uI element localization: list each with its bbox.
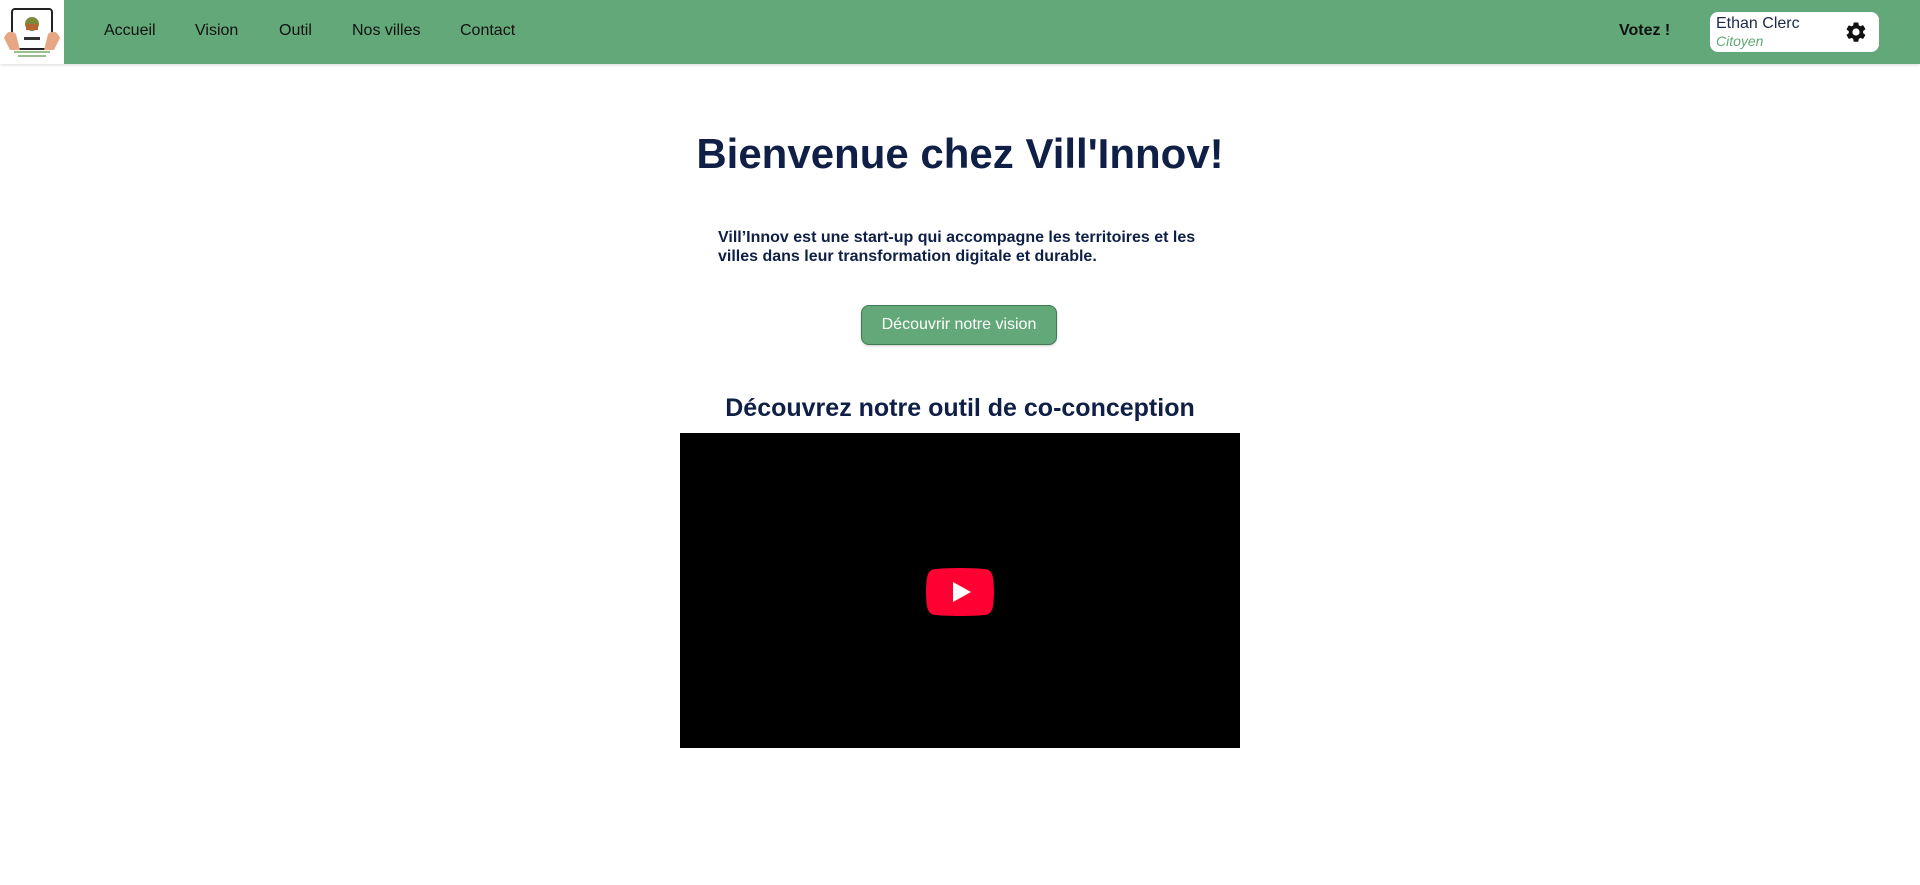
nav-link-vision[interactable]: Vision bbox=[195, 22, 238, 40]
discover-vision-button[interactable]: Découvrir notre vision bbox=[861, 305, 1057, 345]
nav-link-accueil[interactable]: Accueil bbox=[104, 22, 156, 40]
gear-icon bbox=[1846, 22, 1866, 42]
hero-description: Vill’Innov est une start-up qui accompag… bbox=[718, 229, 1196, 265]
nav-link-contact[interactable]: Contact bbox=[460, 22, 515, 40]
user-role: Citoyen bbox=[1716, 33, 1764, 49]
play-button[interactable] bbox=[926, 568, 994, 616]
page-title: Bienvenue chez Vill'Innov! bbox=[696, 130, 1224, 177]
nav-link-outil[interactable]: Outil bbox=[279, 22, 312, 40]
nav-link-nos-villes[interactable]: Nos villes bbox=[352, 22, 420, 40]
video-player[interactable] bbox=[680, 433, 1240, 748]
settings-button[interactable] bbox=[1844, 20, 1868, 44]
video-section-title: Découvrez notre outil de co-conception bbox=[725, 394, 1195, 422]
youtube-play-icon bbox=[926, 568, 994, 616]
logo[interactable] bbox=[0, 0, 64, 64]
vote-link[interactable]: Votez ! bbox=[1619, 22, 1670, 40]
user-card: Ethan Clerc Citoyen bbox=[1710, 12, 1879, 52]
vill-innov-logo-icon bbox=[4, 8, 60, 57]
user-name: Ethan Clerc bbox=[1716, 15, 1800, 32]
top-navbar: Accueil Vision Outil Nos villes Contact … bbox=[0, 0, 1920, 64]
